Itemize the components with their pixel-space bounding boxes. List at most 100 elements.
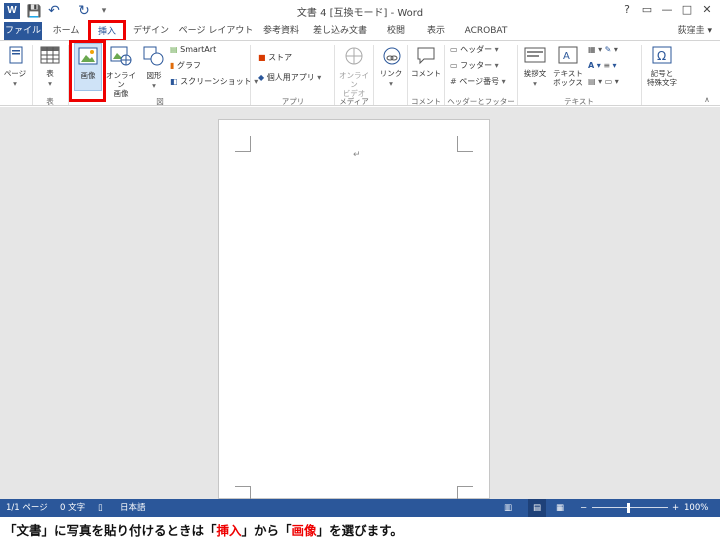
dropcap-icon[interactable]: ▤ ▾ ▭ ▾ [588, 77, 619, 87]
comment-group-label: コメント [411, 97, 441, 106]
table-button[interactable]: 表 [36, 69, 64, 78]
footer-button[interactable]: ▭ フッター ▾ [450, 61, 499, 71]
tab-view[interactable]: 表示 [420, 22, 452, 40]
store-icon: ■ [258, 53, 266, 62]
zoom-in-button[interactable]: + [672, 499, 679, 517]
quick-parts-icon[interactable]: ▦ ▾ ✎ ▾ [588, 45, 618, 55]
shapes-button[interactable]: 図形 [140, 71, 168, 80]
maximize-icon[interactable]: □ [678, 2, 696, 18]
zoom-level[interactable]: 100% [684, 499, 708, 517]
screenshot-button[interactable]: ◧ スクリーンショット ▾ [170, 77, 258, 87]
symbols-label-2: 特殊文字 [647, 78, 677, 87]
header-footer-group-label: ヘッダーとフッター [447, 97, 515, 106]
tab-page-layout[interactable]: ページ レイアウト [178, 22, 254, 40]
proofing-icon[interactable]: ▯ [98, 499, 103, 517]
caption-insert: 挿入 [216, 523, 242, 538]
online-pictures-button[interactable]: オンライン 画像 [104, 71, 138, 98]
document-page[interactable]: ↵ [218, 119, 490, 502]
online-video-button[interactable]: オンライン ビデオ [336, 71, 372, 98]
help-icon[interactable]: ? [618, 2, 636, 18]
chevron-down-icon: ▾ [707, 26, 712, 36]
zoom-slider[interactable] [592, 507, 668, 508]
instruction-caption: 「文書」に写真を貼り付けるときは「挿入」から「画像」を選びます。 [0, 518, 720, 543]
window-title: 文書 4 [互換モード] - Word [296, 8, 424, 19]
smartart-icon: ▤ [170, 45, 178, 54]
tab-design[interactable]: デザイン [128, 22, 174, 40]
crop-mark-top-left [235, 136, 251, 152]
caption-part-1: 「文書」に写真を貼り付けるときは「 [4, 523, 217, 538]
print-layout-icon[interactable]: ▤ [528, 499, 546, 517]
comment-button[interactable]: コメント [408, 69, 444, 78]
title-bar: W 💾 ↶ ↻ ▾ 文書 4 [互換モード] - Word ? ▭ — □ ✕ [0, 0, 720, 22]
tab-references[interactable]: 参考資料 [258, 22, 304, 40]
table-dropdown-icon[interactable]: ▾ [36, 79, 64, 88]
language-indicator[interactable]: 日本語 [120, 499, 146, 517]
my-apps-label: 個人用アプリ [266, 73, 315, 82]
zoom-slider-handle[interactable] [627, 503, 630, 513]
media-group-label: メディア [339, 97, 369, 106]
svg-text:A: A [563, 51, 570, 62]
pages-button[interactable]: ページ [0, 69, 30, 78]
online-picture-icon [110, 46, 132, 66]
user-account[interactable]: 荻窪圭 ▾ [678, 22, 712, 40]
tab-mailings[interactable]: 差し込み文書 [308, 22, 372, 40]
zoom-out-button[interactable]: − [580, 499, 587, 517]
header-label: ヘッダー [460, 45, 493, 54]
store-button[interactable]: ■ ストア [258, 53, 292, 63]
user-name: 荻窪圭 [677, 26, 705, 36]
tab-file[interactable]: ファイル [4, 22, 42, 40]
header-button[interactable]: ▭ ヘッダー ▾ [450, 45, 499, 55]
table-icon [40, 46, 60, 64]
read-mode-icon[interactable]: ▥ [504, 499, 512, 517]
footer-icon: ▭ [450, 61, 458, 70]
pages-dropdown-icon[interactable]: ▾ [0, 79, 30, 88]
chart-label: グラフ [176, 61, 201, 70]
shapes-dropdown-icon[interactable]: ▾ [140, 81, 168, 90]
my-apps-dropdown-icon: ▾ [317, 73, 322, 82]
tab-home[interactable]: ホーム [46, 22, 86, 40]
page-number-button[interactable]: # ページ番号 ▾ [450, 77, 506, 87]
caption-part-2: 」から「 [241, 523, 292, 538]
word-window: W 💾 ↶ ↻ ▾ 文書 4 [互換モード] - Word ? ▭ — □ ✕ … [0, 0, 720, 517]
close-icon[interactable]: ✕ [698, 2, 716, 18]
online-pictures-label-1: オンライン [106, 71, 136, 89]
text-group-label: テキスト [564, 97, 594, 106]
page-count[interactable]: 1/1 ページ [6, 499, 48, 517]
ribbon-display-icon[interactable]: ▭ [638, 2, 656, 18]
textbox-label-2: ボックス [553, 78, 583, 87]
caption-picture: 画像 [291, 523, 317, 538]
table-group-label: 表 [46, 97, 54, 106]
my-apps-button[interactable]: ◆ 個人用アプリ ▾ [258, 73, 321, 83]
word-count[interactable]: 0 文字 [60, 499, 85, 517]
comment-icon [417, 47, 435, 65]
screenshot-icon: ◧ [170, 77, 178, 86]
header-dropdown-icon: ▾ [494, 45, 499, 54]
greeting-dropdown-icon[interactable]: ▾ [518, 79, 552, 88]
tab-review[interactable]: 校閲 [376, 22, 416, 40]
link-button[interactable]: リンク [376, 69, 406, 78]
greeting-button[interactable]: 挨拶文 [518, 69, 552, 78]
symbols-button[interactable]: 記号と 特殊文字 [642, 69, 682, 87]
wordart-icon[interactable]: A ▾ ≡ ▾ [588, 61, 617, 71]
chart-button[interactable]: ▮ グラフ [170, 61, 201, 71]
divider [250, 45, 251, 105]
shapes-icon [143, 46, 164, 66]
apps-group-label: アプリ [281, 97, 305, 106]
link-icon [383, 47, 401, 65]
crop-mark-top-right [457, 136, 473, 152]
page-number-dropdown-icon: ▾ [501, 77, 506, 86]
collapse-ribbon-icon[interactable]: ∧ [700, 95, 714, 104]
link-dropdown-icon[interactable]: ▾ [376, 79, 406, 88]
web-layout-icon[interactable]: ▦ [556, 499, 564, 517]
footer-dropdown-icon: ▾ [494, 61, 499, 70]
minimize-icon[interactable]: — [658, 2, 676, 18]
online-video-icon [345, 47, 363, 65]
tab-acrobat[interactable]: ACROBAT [458, 22, 514, 40]
smartart-label: SmartArt [180, 45, 217, 54]
page-number-label: ページ番号 [459, 77, 500, 86]
online-video-label-1: オンライン [339, 71, 369, 89]
textbox-button[interactable]: テキスト ボックス [550, 69, 586, 87]
smartart-button[interactable]: ▤ SmartArt [170, 45, 216, 55]
document-canvas[interactable]: ↵ [0, 107, 720, 502]
textbox-icon: A [558, 46, 578, 64]
